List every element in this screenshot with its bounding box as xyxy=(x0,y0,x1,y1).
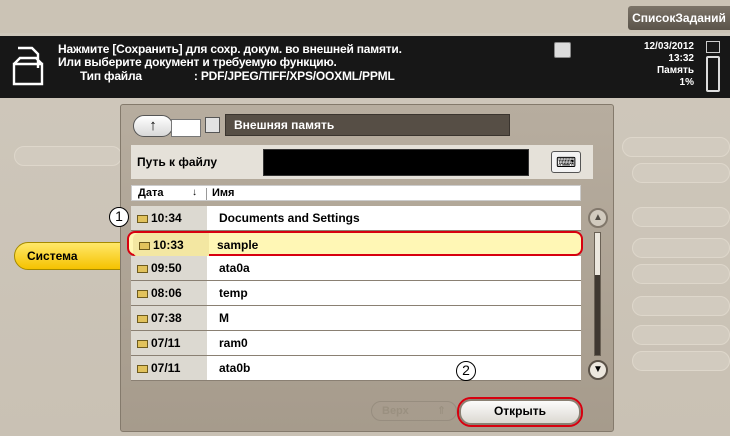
sort-down-icon[interactable]: ↓ xyxy=(192,187,197,198)
folder-icon xyxy=(137,365,148,373)
file-date-text: 07/11 xyxy=(151,336,181,350)
file-path-field[interactable] xyxy=(263,149,529,176)
file-row[interactable]: 07/11 ata0b xyxy=(131,356,581,381)
folder-tab xyxy=(171,119,201,137)
ghost-right-button-8 xyxy=(632,351,730,371)
location-bar: Внешняя память xyxy=(225,114,510,136)
message-line-2: Или выберите документ и требуемую функци… xyxy=(58,55,337,69)
top-arrow-icon: ⇑ xyxy=(436,405,446,417)
file-name: temp xyxy=(219,286,248,300)
file-row[interactable]: 07/11 ram0 xyxy=(131,331,581,356)
document-icon xyxy=(10,46,46,86)
column-name[interactable]: Имя xyxy=(212,187,234,199)
ghost-right-button-3 xyxy=(632,207,730,227)
file-path-row: Путь к файлу ⌨ xyxy=(131,145,593,179)
top-button-label: Верх xyxy=(382,405,409,417)
folder-icon xyxy=(139,242,150,250)
mfp-screen: СписокЗаданий Нажмите [Сохранить] для со… xyxy=(0,0,730,436)
callout-2: 2 xyxy=(456,361,476,381)
message-line-1: Нажмите [Сохранить] для сохр. докум. во … xyxy=(58,42,402,56)
file-name: ata0b xyxy=(219,361,251,375)
file-date: 08:06 xyxy=(131,281,207,305)
message-bar: Нажмите [Сохранить] для сохр. докум. во … xyxy=(0,36,730,98)
usb-memory-icon xyxy=(554,42,571,58)
job-list-button[interactable]: СписокЗаданий xyxy=(628,6,730,30)
file-date: 07/11 xyxy=(131,356,207,380)
file-row[interactable]: 07:38 M xyxy=(131,306,581,331)
file-type-label: Тип файла xyxy=(80,69,142,83)
folder-icon xyxy=(137,315,148,323)
open-button[interactable]: Открыть xyxy=(457,397,583,427)
file-row-selected[interactable]: 10:33 sample xyxy=(127,231,583,257)
file-name: ata0a xyxy=(219,261,250,275)
file-row[interactable]: 09:50 ata0a xyxy=(131,256,581,281)
file-date-text: 07/11 xyxy=(151,361,181,375)
file-type-line: Тип файла : PDF/JPEG/TIFF/XPS/OOXML/PPML xyxy=(80,69,395,83)
scrollbar-thumb[interactable] xyxy=(595,275,600,355)
tab-system[interactable]: Система xyxy=(14,242,127,270)
file-browser-panel: ↑ Внешняя память Путь к файлу ⌨ Дата ↓ И… xyxy=(109,104,614,432)
memory-value: 1% xyxy=(679,77,694,88)
ghost-right-button-6 xyxy=(632,296,730,316)
list-header: Дата ↓ Имя xyxy=(131,185,581,201)
file-date-text: 10:34 xyxy=(151,211,182,225)
file-row[interactable]: 08:06 temp xyxy=(131,281,581,306)
file-name: sample xyxy=(217,238,259,252)
status-time: 13:32 xyxy=(668,53,694,64)
status-area: 12/03/2012 13:32 Память 1% xyxy=(644,41,694,89)
status-date: 12/03/2012 xyxy=(643,41,694,52)
file-list: 10:34 Documents and Settings 10:33 sample … xyxy=(127,206,583,381)
file-date-text: 07:38 xyxy=(151,311,182,325)
network-icon xyxy=(706,41,720,53)
callout-1: 1 xyxy=(109,207,129,227)
folder-icon xyxy=(137,340,148,348)
file-date-text: 10:33 xyxy=(153,238,184,252)
file-type-value: : PDF/JPEG/TIFF/XPS/OOXML/PPML xyxy=(193,69,395,83)
folder-icon xyxy=(137,290,148,298)
ghost-right-button-4 xyxy=(632,238,730,258)
file-date-text: 08:06 xyxy=(151,286,182,300)
up-folder-button[interactable]: ↑ xyxy=(133,115,173,137)
column-date[interactable]: Дата xyxy=(138,187,163,199)
memory-label: Память xyxy=(656,65,694,76)
ghost-right-button-5 xyxy=(632,264,730,284)
memory-gauge xyxy=(706,56,720,92)
file-name: ram0 xyxy=(219,336,248,350)
folder-icon xyxy=(137,215,148,223)
ghost-right-button-7 xyxy=(632,325,730,345)
top-bar: СписокЗаданий xyxy=(0,0,730,33)
file-row[interactable]: 10:34 Documents and Settings xyxy=(131,206,581,231)
top-button[interactable]: Верх ⇑ xyxy=(371,401,457,421)
usb-icon xyxy=(205,117,220,133)
keyboard-button[interactable]: ⌨ xyxy=(551,151,581,173)
ghost-left-button xyxy=(14,146,122,166)
file-path-label: Путь к файлу xyxy=(137,155,218,169)
scroll-down-button[interactable]: ▼ xyxy=(588,360,608,380)
header-divider xyxy=(206,188,207,200)
scroll-up-button[interactable]: ▲ xyxy=(588,208,608,228)
file-date: 07/11 xyxy=(131,331,207,355)
folder-icon xyxy=(137,265,148,273)
file-name: M xyxy=(219,311,229,325)
scrollbar-track[interactable] xyxy=(594,232,601,356)
file-date: 07:38 xyxy=(131,306,207,330)
file-date-text: 09:50 xyxy=(151,261,182,275)
ghost-right-button-1 xyxy=(622,137,730,157)
ghost-right-button-2 xyxy=(632,163,730,183)
file-name: Documents and Settings xyxy=(219,211,360,225)
file-date: 10:33 xyxy=(133,233,209,257)
file-date: 10:34 xyxy=(131,206,207,230)
file-date: 09:50 xyxy=(131,256,207,280)
